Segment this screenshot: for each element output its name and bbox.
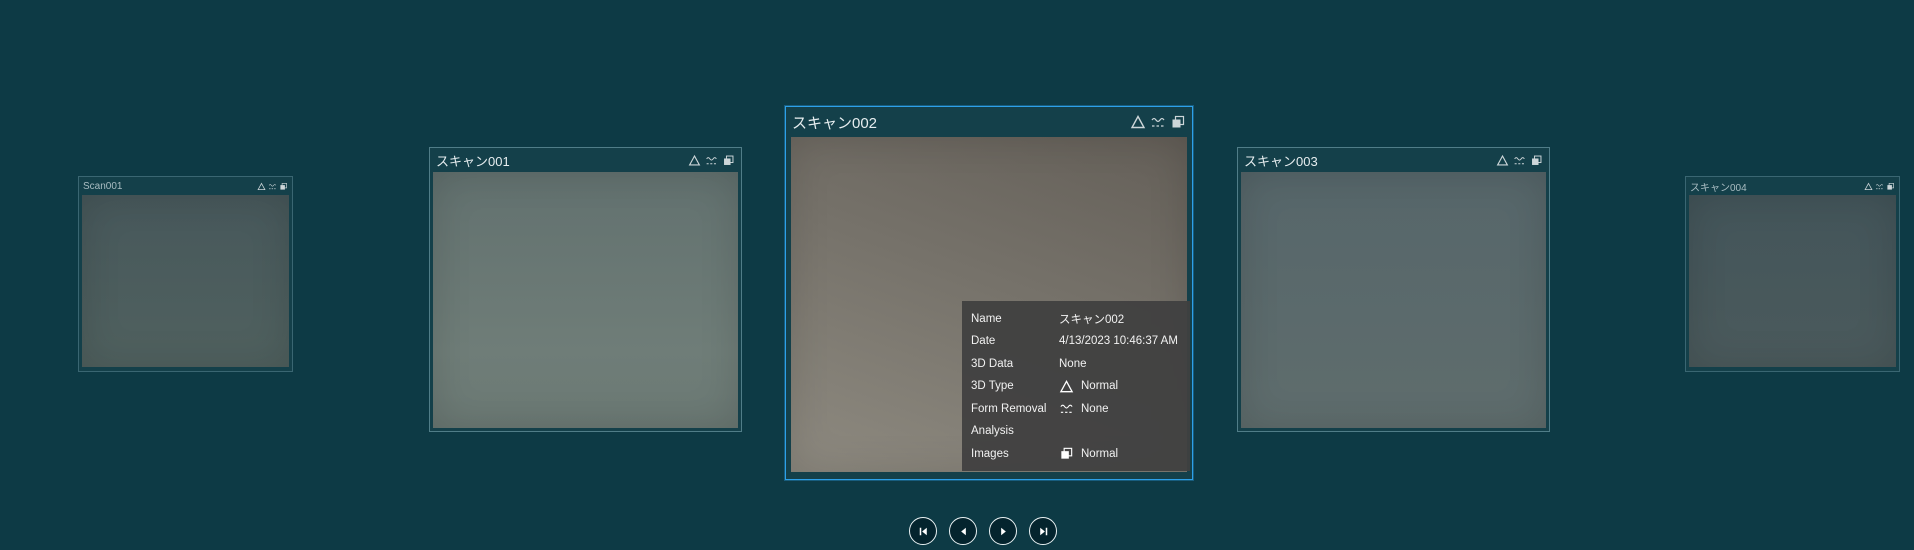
scan-name-label: スキャン003 (1244, 153, 1318, 169)
info-value-text: Normal (1081, 380, 1119, 392)
form-removal-icon (1060, 404, 1073, 413)
scan-name-label: Scan001 (83, 180, 123, 192)
info-row: 3D Data None (971, 353, 1181, 374)
card-status-icons (1864, 182, 1895, 191)
form-removal-icon (1151, 117, 1165, 127)
triangle-icon (1059, 379, 1074, 392)
card-header: スキャン001 (430, 148, 741, 172)
info-value-text: Normal (1081, 447, 1119, 460)
scan-thumbnail[interactable] (1689, 195, 1896, 367)
previous-scan-button[interactable] (949, 517, 977, 545)
scan-name-label: スキャン004 (1690, 182, 1747, 194)
card-status-icons (257, 182, 288, 191)
info-label: 3D Type (971, 380, 1014, 392)
form-removal-icon (1514, 156, 1525, 164)
info-value: 4/13/2023 10:46:37 AM (1059, 335, 1178, 347)
info-row: Name スキャン002 (971, 308, 1181, 329)
info-value: Normal (1059, 379, 1118, 394)
images-icon (280, 182, 287, 190)
info-row: Form Removal None (971, 398, 1181, 419)
info-value-text: None (1059, 357, 1087, 370)
info-value-text: None (1081, 402, 1109, 415)
images-icon (1061, 447, 1073, 459)
scan-card-scan001[interactable]: Scan001 (78, 176, 293, 372)
images-icon (724, 155, 734, 165)
triangle-icon (1130, 115, 1146, 129)
triangle-icon (1496, 154, 1509, 166)
info-label: Images (971, 447, 1009, 460)
info-value: None (1059, 401, 1109, 416)
info-value-text: スキャン002 (1059, 313, 1125, 326)
info-row: Images Normal (971, 443, 1181, 464)
form-removal-icon (1875, 183, 1884, 189)
scan-card-scan003[interactable]: スキャン003 (1237, 147, 1550, 432)
scan-name-label: スキャン002 (792, 114, 878, 132)
card-status-icons (1496, 154, 1543, 167)
info-value: None (1059, 358, 1087, 370)
triangle-icon (1864, 182, 1873, 190)
triangle-icon (688, 154, 701, 166)
card-status-icons (1130, 114, 1186, 130)
info-value-text: 4/13/2023 10:46:37 AM (1059, 335, 1178, 347)
images-icon (1532, 155, 1542, 165)
info-label: Form Removal (971, 402, 1047, 415)
card-header: スキャン004 (1686, 177, 1899, 195)
skip-to-first-icon (919, 527, 927, 535)
scan-name-label: スキャン001 (436, 153, 510, 169)
info-label: Name (971, 312, 1002, 325)
scan-thumbnail[interactable] (433, 172, 738, 428)
info-label: Date (971, 335, 996, 347)
form-removal-icon (268, 183, 277, 189)
info-value: Normal (1059, 446, 1118, 461)
info-label: 3D Data (971, 357, 1014, 370)
next-icon (1000, 527, 1006, 535)
scan-info-tooltip: Name スキャン002 Date 4/13/2023 10:46:37 AM … (962, 301, 1190, 471)
carousel-nav (909, 517, 1057, 545)
scan-thumbnail[interactable] (82, 195, 289, 367)
scan-card-scan001-jp[interactable]: スキャン001 (429, 147, 742, 432)
scan-thumbnail[interactable] (1241, 172, 1546, 428)
info-label: Analysis (971, 425, 1014, 437)
last-scan-button[interactable] (1029, 517, 1057, 545)
scan-browser: Scan001 スキャン001 スキャン002 スキャン003 スキャン004 … (0, 0, 1914, 550)
triangle-icon (257, 182, 266, 190)
info-row: Analysis (971, 421, 1181, 442)
card-status-icons (688, 154, 735, 167)
scan-card-scan004[interactable]: スキャン004 (1685, 176, 1900, 372)
info-value: スキャン002 (1059, 311, 1124, 327)
images-icon (1887, 182, 1894, 190)
skip-to-last-icon (1039, 527, 1047, 535)
first-scan-button[interactable] (909, 517, 937, 545)
previous-icon (960, 527, 966, 535)
card-header: スキャン003 (1238, 148, 1549, 172)
info-row: Date 4/13/2023 10:46:37 AM (971, 331, 1181, 352)
card-header: スキャン002 (786, 107, 1192, 137)
form-removal-icon (706, 156, 717, 164)
images-icon (1172, 115, 1185, 128)
next-scan-button[interactable] (989, 517, 1017, 545)
info-row: 3D Type Normal (971, 376, 1181, 397)
card-header: Scan001 (79, 177, 292, 195)
